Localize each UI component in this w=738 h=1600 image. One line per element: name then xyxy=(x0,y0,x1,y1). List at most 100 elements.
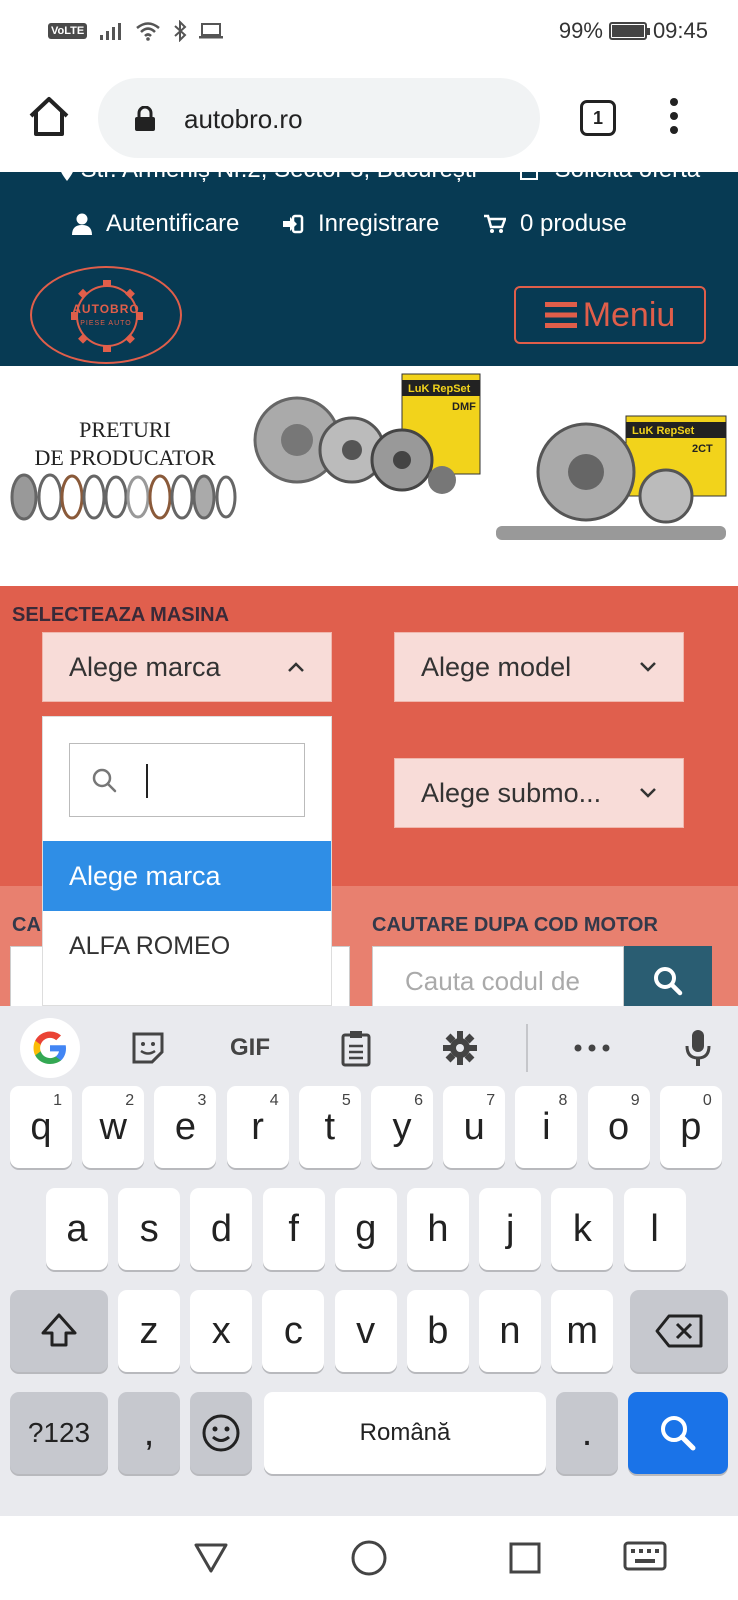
search-title-partial: CA xyxy=(12,914,41,936)
key-v[interactable]: v xyxy=(334,1290,397,1372)
login-link[interactable]: Autentificare xyxy=(72,210,239,238)
key-t[interactable]: t5 xyxy=(298,1086,361,1168)
checkbox-icon xyxy=(520,172,538,180)
gear-icon xyxy=(71,280,143,352)
tab-switcher-button[interactable]: 1 xyxy=(580,100,616,136)
key-r[interactable]: r4 xyxy=(226,1086,289,1168)
symbols-key[interactable]: ?123 xyxy=(10,1392,108,1474)
home-nav-icon[interactable] xyxy=(346,1536,392,1580)
back-icon[interactable] xyxy=(188,1536,234,1580)
promo-banner[interactable]: PRETURI DE PRODUCATOR LuK RepSet DMF LuK… xyxy=(0,366,738,586)
register-link[interactable]: Inregistrare xyxy=(282,210,439,238)
address-link[interactable]: Str. Armeniș Nr.2, Sector 3, București xyxy=(60,172,477,184)
more-options-icon[interactable] xyxy=(668,98,680,138)
key-n[interactable]: n xyxy=(479,1290,541,1372)
lock-icon xyxy=(135,106,155,131)
recents-icon[interactable] xyxy=(502,1536,548,1580)
bluetooth-icon xyxy=(174,20,187,42)
submodel-select[interactable]: Alege submo... xyxy=(394,758,684,828)
key-p[interactable]: p0 xyxy=(659,1086,722,1168)
cart-icon xyxy=(484,214,506,233)
keyboard-switch-icon[interactable] xyxy=(620,1536,670,1580)
comma-key[interactable]: , xyxy=(118,1392,180,1474)
clock: 09:45 xyxy=(652,18,708,43)
user-icon xyxy=(72,213,92,235)
key-label: e xyxy=(174,1105,196,1148)
wifi-icon xyxy=(136,22,160,41)
battery-percent: 99% xyxy=(558,18,603,43)
key-z[interactable]: z xyxy=(118,1290,180,1372)
google-icon[interactable] xyxy=(20,1018,80,1078)
key-label: o xyxy=(608,1105,630,1148)
key-a[interactable]: a xyxy=(46,1188,108,1270)
key-d[interactable]: d xyxy=(190,1188,253,1270)
svg-text:DMF: DMF xyxy=(452,401,476,413)
key-i[interactable]: i8 xyxy=(515,1086,578,1168)
backspace-key[interactable] xyxy=(630,1290,728,1372)
car-select-title: SELECTEAZA MASINA xyxy=(12,604,230,626)
dropdown-option-selected[interactable]: Alege marca xyxy=(43,841,331,911)
shift-icon xyxy=(41,1313,77,1347)
dropdown-option[interactable]: ALFA ROMEO xyxy=(43,911,331,981)
key-l[interactable]: l xyxy=(623,1188,686,1270)
key-k[interactable]: k xyxy=(551,1188,614,1270)
space-key[interactable]: Română xyxy=(264,1392,546,1474)
key-y[interactable]: y6 xyxy=(371,1086,433,1168)
keyboard-toolbar: GIF xyxy=(0,1006,738,1090)
key-w[interactable]: w2 xyxy=(82,1086,145,1168)
key-hint: 7 xyxy=(486,1092,496,1109)
site-logo[interactable]: AUTOBRO PIESE AUTO xyxy=(30,266,182,364)
battery-icon xyxy=(608,22,650,40)
key-c[interactable]: c xyxy=(262,1290,325,1372)
key-h[interactable]: h xyxy=(407,1188,469,1270)
model-select[interactable]: Alege model xyxy=(394,632,684,702)
key-b[interactable]: b xyxy=(406,1290,469,1372)
home-icon[interactable] xyxy=(26,94,72,140)
microphone-icon[interactable] xyxy=(676,1024,720,1072)
emoji-key[interactable] xyxy=(190,1392,252,1474)
hamburger-icon xyxy=(544,302,577,328)
address-bar[interactable]: autobro.ro xyxy=(98,78,540,158)
gif-button[interactable]: GIF xyxy=(220,1024,280,1072)
settings-gear-icon[interactable] xyxy=(436,1024,484,1072)
site-header: Str. Armeniș Nr.2, Sector 3, București S… xyxy=(0,172,738,366)
make-dropdown: Alege marca ALFA ROMEO xyxy=(42,716,332,1006)
svg-text:2CT: 2CT xyxy=(692,443,713,455)
svg-text:LuK RepSet: LuK RepSet xyxy=(408,383,471,395)
key-hint: 3 xyxy=(197,1092,207,1109)
clipboard-icon[interactable] xyxy=(332,1024,380,1072)
banner-title: PRETURI DE PRODUCATOR xyxy=(34,417,216,470)
search-icon xyxy=(92,768,117,793)
key-hint: 0 xyxy=(702,1092,712,1109)
period-key[interactable]: . xyxy=(556,1392,618,1474)
search-key[interactable] xyxy=(628,1392,728,1474)
key-f[interactable]: f xyxy=(262,1188,325,1270)
key-label: r xyxy=(251,1105,264,1148)
key-label: p xyxy=(680,1105,702,1148)
menu-button[interactable]: Meniu xyxy=(514,286,706,344)
chevron-down-icon xyxy=(640,662,656,672)
key-s[interactable]: s xyxy=(118,1188,181,1270)
dropdown-search-input[interactable] xyxy=(69,743,305,817)
key-hint: 5 xyxy=(341,1092,351,1109)
key-o[interactable]: o9 xyxy=(587,1086,650,1168)
key-label: y xyxy=(392,1105,412,1148)
sticker-icon[interactable] xyxy=(124,1024,172,1072)
key-q[interactable]: q1 xyxy=(10,1086,72,1168)
chevron-down-icon xyxy=(640,788,656,798)
offer-link[interactable]: Solicita oferta xyxy=(520,172,700,184)
key-e[interactable]: e3 xyxy=(154,1086,217,1168)
key-hint: 4 xyxy=(269,1092,279,1109)
browser-toolbar: autobro.ro 1 xyxy=(0,64,738,172)
key-label: i xyxy=(542,1105,551,1148)
key-j[interactable]: j xyxy=(479,1188,542,1270)
cart-link[interactable]: 0 produse xyxy=(484,210,627,238)
more-icon[interactable] xyxy=(570,1024,614,1072)
key-u[interactable]: u7 xyxy=(443,1086,506,1168)
sign-in-icon xyxy=(283,214,304,234)
key-g[interactable]: g xyxy=(334,1188,397,1270)
key-m[interactable]: m xyxy=(551,1290,614,1372)
shift-key[interactable] xyxy=(10,1290,108,1372)
key-x[interactable]: x xyxy=(190,1290,253,1372)
make-select[interactable]: Alege marca xyxy=(42,632,332,702)
